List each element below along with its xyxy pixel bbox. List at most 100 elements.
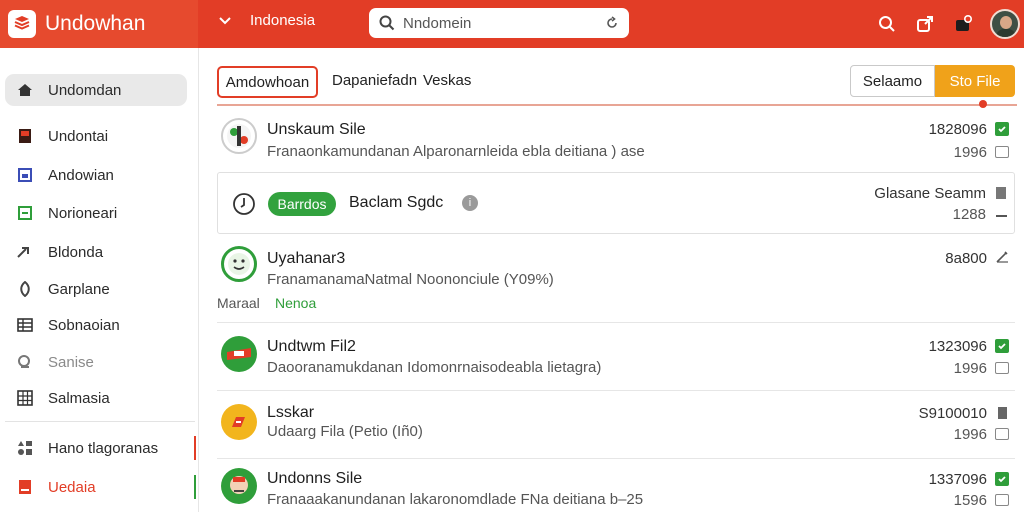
box-icon[interactable] (995, 362, 1009, 374)
sidebar-item-4[interactable]: Bldonda (5, 236, 187, 268)
tab-2[interactable]: Dapaniefadn (332, 72, 417, 89)
check-icon[interactable] (995, 339, 1009, 353)
sidebar-item-label: Uedaia (48, 478, 96, 496)
highlight-card[interactable]: Barrdos Baclam Sgdc i Glasane Seamm 1288 (217, 172, 1015, 234)
shapes-icon (16, 439, 34, 457)
row-subtitle: FranamanamaNatmal Noononciule (Y09%) (267, 271, 554, 288)
share-icon[interactable] (914, 13, 936, 35)
tab-1[interactable]: Amdowhoan (217, 66, 318, 98)
sidebar-divider (5, 421, 195, 422)
main-panel: Amdowhoan Dapaniefadn Veskas Selaamo Sto… (199, 48, 1024, 512)
app-logo[interactable]: Undowhan (0, 0, 198, 48)
row-title: Undtwm Fil2 (267, 338, 356, 355)
row-divider (217, 390, 1015, 391)
notification-icon[interactable] (952, 13, 974, 35)
face-icon (221, 246, 257, 282)
row-value: 1828096 (928, 121, 987, 138)
square-icon[interactable] (995, 406, 1009, 420)
row-value: 8a800 (945, 250, 987, 267)
list-item[interactable]: Undtwm Fil2 Daooranamukdanan Idomonrnais… (217, 330, 1015, 390)
box-icon[interactable] (995, 494, 1009, 506)
info-icon[interactable]: i (462, 195, 478, 211)
square-icon (16, 166, 34, 184)
square-icon[interactable] (994, 186, 1008, 200)
sidebar-item-label: Undontai (48, 127, 109, 145)
row-subvalue: 1996 (953, 360, 987, 377)
list-item[interactable]: Uyahanar3 FranamanamaNatmal Noononciule … (217, 242, 1015, 318)
home-icon (16, 81, 34, 99)
row-title: Lsskar (267, 404, 315, 421)
box-icon[interactable] (995, 428, 1009, 440)
sidebar-item-2[interactable]: Andowian (5, 159, 187, 191)
sidebar-item-6[interactable]: Sobnaoian (5, 309, 187, 341)
row-subtitle: Daooranamukdanan Idomonrnaisodeabla liet… (267, 359, 602, 376)
row-title: Undonns Sile (267, 470, 363, 487)
sidebar-item-7[interactable]: Sanise (5, 346, 187, 378)
brand-icon (221, 404, 257, 440)
sidebar-marker (194, 475, 196, 499)
primary-button[interactable]: Sto File (935, 65, 1015, 97)
sidebar-item-label: Norioneari (48, 204, 118, 222)
row-value: 1337096 (928, 471, 987, 488)
brand-icon (221, 468, 257, 504)
row-subvalue: 1996 (953, 426, 987, 443)
row-value: S9100010 (918, 405, 987, 422)
edit-icon[interactable] (995, 250, 1009, 264)
sidebar-item-label: Salmasia (48, 389, 110, 407)
search-box[interactable] (369, 8, 629, 38)
clock-icon (233, 193, 255, 215)
sidebar-item-label: Sobnaoian (48, 316, 120, 334)
list-item[interactable]: Unskaum Sile Franaonkamundanan Alparonar… (217, 114, 1015, 170)
card-title: Baclam Sgdc (349, 194, 444, 211)
doc-icon (16, 478, 34, 496)
square-icon (16, 127, 34, 145)
sidebar-item-label: Hano tlagoranas (48, 439, 159, 457)
search-icon (16, 353, 34, 371)
row-divider (217, 458, 1015, 459)
leaf-icon (16, 280, 34, 298)
check-icon[interactable] (995, 122, 1009, 136)
status-badge: Barrdos (268, 192, 336, 216)
sidebar-item-label: Bldonda (48, 243, 104, 261)
file-icon (221, 118, 257, 154)
row-subtitle: Franaaakanundanan lakaronomdlade FNa dei… (267, 491, 644, 508)
sidebar-item-5[interactable]: Garplane (5, 273, 187, 305)
user-avatar[interactable] (990, 9, 1020, 39)
note-label: Maraal (217, 295, 260, 311)
list-item[interactable]: Undonns Sile Franaaakanundanan lakaronom… (217, 464, 1015, 512)
sidebar-marker (194, 436, 196, 460)
row-subvalue: 1596 (953, 492, 987, 509)
box-icon[interactable] (995, 146, 1009, 158)
region-selector[interactable]: Indonesia (218, 12, 315, 29)
sidebar-item-1[interactable]: Undontai (5, 120, 187, 152)
grid-icon (16, 389, 34, 407)
sidebar-item-10[interactable]: Uedaia (5, 471, 187, 503)
sidebar-item-label: Andowian (48, 166, 114, 184)
top-actions (876, 0, 1024, 48)
secondary-button[interactable]: Selaamo (850, 65, 935, 97)
search-input[interactable] (403, 14, 605, 32)
region-label: Indonesia (250, 12, 316, 29)
row-divider (217, 322, 1015, 323)
sidebar-item-label: Garplane (48, 280, 110, 298)
sidebar-item-label: Sanise (48, 353, 94, 371)
card-subvalue: 1288 (952, 206, 986, 223)
indicator-dot (979, 100, 987, 108)
app-title: Undowhan (45, 12, 146, 35)
row-value: 1323096 (928, 338, 987, 355)
grid-icon (16, 316, 34, 334)
sidebar-item-home[interactable]: Undomdan (5, 74, 187, 106)
sidebar-item-3[interactable]: Norioneari (5, 197, 187, 229)
row-subtitle: Udaarg Fila (Petio (Iñ0) (267, 423, 423, 440)
refresh-icon[interactable] (605, 16, 619, 30)
sidebar-item-8[interactable]: Salmasia (5, 382, 187, 414)
search-icon[interactable] (876, 13, 898, 35)
card-value: Glasane Seamm (874, 185, 986, 202)
tab-3[interactable]: Veskas (423, 72, 471, 89)
search-icon (379, 15, 395, 31)
check-icon[interactable] (995, 472, 1009, 486)
list-item[interactable]: Lsskar Udaarg Fila (Petio (Iñ0) S9100010… (217, 398, 1015, 458)
sidebar-item-9[interactable]: Hano tlagoranas (5, 432, 187, 464)
minus-icon[interactable] (994, 209, 1008, 223)
app-logo-icon (8, 10, 36, 38)
